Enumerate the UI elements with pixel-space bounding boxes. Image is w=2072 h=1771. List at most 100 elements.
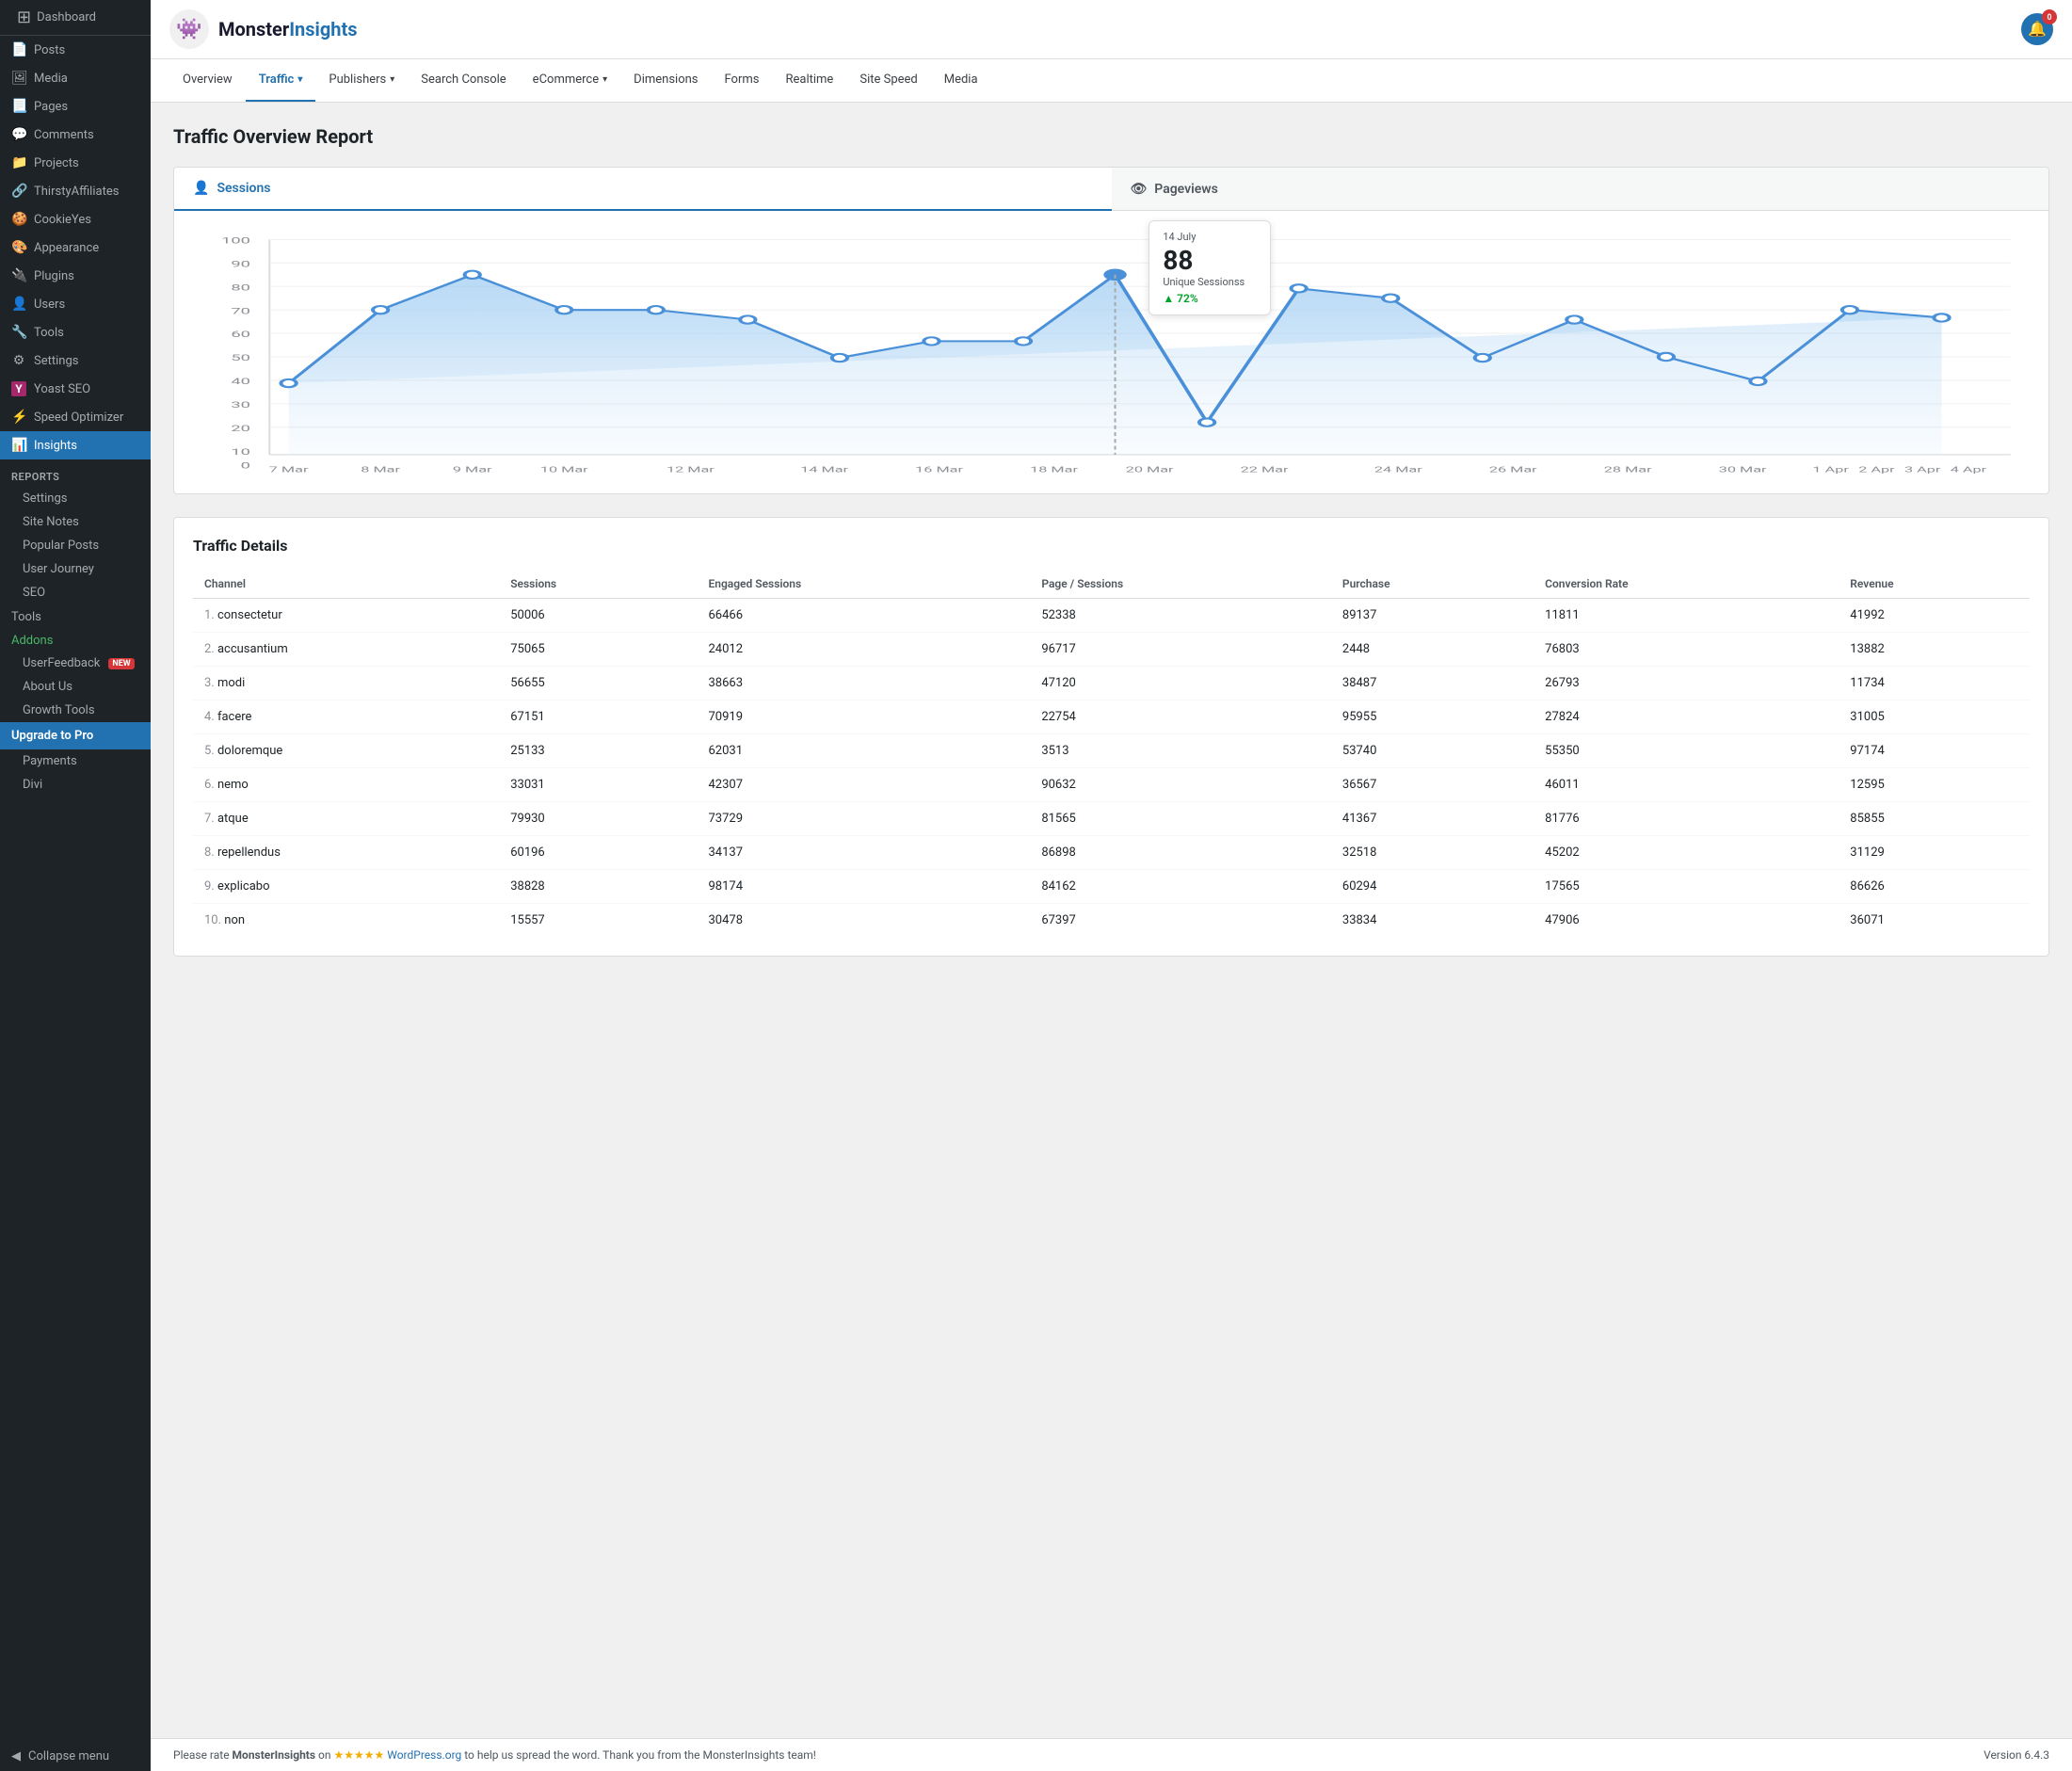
row-num: 2. — [204, 642, 215, 656]
sidebar-item-yoast[interactable]: Y Yoast SEO — [0, 375, 151, 403]
pageviews-tab[interactable]: 👁 Pageviews — [1112, 168, 2049, 211]
tab-publishers[interactable]: Publishers ▾ — [315, 59, 408, 102]
sidebar-item-addons[interactable]: Addons — [0, 630, 151, 652]
footer-link[interactable]: WordPress.org — [387, 1748, 461, 1762]
sidebar-item-media[interactable]: 🖼 Media — [0, 64, 151, 92]
sidebar-item-about-us[interactable]: About Us — [0, 675, 151, 699]
cell-channel: 7. atque — [193, 802, 499, 836]
tools-icon: 🔧 — [11, 325, 26, 340]
cell-engaged: 42307 — [697, 768, 1030, 802]
sidebar-item-projects[interactable]: 📁 Projects — [0, 149, 151, 177]
cell-engaged: 98174 — [697, 870, 1030, 904]
sidebar-item-thirsty[interactable]: 🔗 ThirstyAffiliates — [0, 177, 151, 205]
svg-text:60: 60 — [231, 330, 250, 340]
svg-text:24 Mar: 24 Mar — [1374, 465, 1423, 475]
sidebar-item-user-journey[interactable]: User Journey — [0, 557, 151, 581]
cell-conversion: 27824 — [1534, 700, 1839, 734]
tab-realtime[interactable]: Realtime — [772, 59, 846, 102]
tab-media[interactable]: Media — [931, 59, 991, 102]
sessions-tab[interactable]: 👤 Sessions — [174, 168, 1112, 211]
sidebar-item-insights[interactable]: 📊 Insights — [0, 431, 151, 459]
row-num: 5. — [204, 744, 215, 758]
svg-text:80: 80 — [231, 282, 250, 293]
footer-middle: on — [318, 1748, 333, 1762]
footer-version: Version 6.4.3 — [1984, 1748, 2049, 1762]
sidebar-item-posts[interactable]: 📄 Posts — [0, 36, 151, 64]
users-icon: 👤 — [11, 297, 26, 312]
row-num: 4. — [204, 710, 215, 724]
cell-conversion: 45202 — [1534, 836, 1839, 870]
cell-channel: 5. doloremque — [193, 734, 499, 768]
sidebar-item-divi[interactable]: Divi — [0, 773, 151, 797]
tab-forms[interactable]: Forms — [712, 59, 773, 102]
sidebar-item-payments[interactable]: Payments — [0, 749, 151, 773]
sidebar-item-appearance[interactable]: 🎨 Appearance — [0, 233, 151, 262]
cell-conversion: 11811 — [1534, 599, 1839, 633]
payments-label: Payments — [23, 754, 77, 768]
sidebar-collapse-button[interactable]: ◀ Collapse menu — [0, 1742, 151, 1771]
tab-dimensions[interactable]: Dimensions — [620, 59, 711, 102]
media-icon: 🖼 — [11, 71, 26, 86]
svg-text:3 Apr: 3 Apr — [1904, 465, 1941, 475]
tab-traffic[interactable]: Traffic ▾ — [246, 59, 316, 102]
sidebar-item-cookieyes[interactable]: 🍪 CookieYes — [0, 205, 151, 233]
cookieyes-icon: 🍪 — [11, 212, 26, 227]
tab-ecommerce-label: eCommerce — [533, 72, 599, 87]
table-row: 10. non 15557 30478 67397 33834 47906 36… — [193, 904, 2030, 938]
traffic-details-title: Traffic Details — [193, 537, 2030, 555]
sidebar-label-posts: Posts — [34, 43, 65, 57]
topbar: 👾 MonsterInsights 🔔 0 — [151, 0, 2072, 59]
cell-conversion: 55350 — [1534, 734, 1839, 768]
tab-overview[interactable]: Overview — [169, 59, 246, 102]
cell-conversion: 17565 — [1534, 870, 1839, 904]
footer-prefix: Please rate — [173, 1748, 233, 1762]
svg-text:70: 70 — [231, 306, 250, 316]
cell-sessions: 50006 — [499, 599, 697, 633]
sidebar-item-popular-posts[interactable]: Popular Posts — [0, 534, 151, 557]
about-us-label: About Us — [23, 680, 72, 694]
divi-label: Divi — [23, 778, 42, 792]
table-row: 6. nemo 33031 42307 90632 36567 46011 12… — [193, 768, 2030, 802]
cell-sessions: 33031 — [499, 768, 697, 802]
table-row: 8. repellendus 60196 34137 86898 32518 4… — [193, 836, 2030, 870]
cell-purchase: 95955 — [1331, 700, 1534, 734]
chart-tabs: 👤 Sessions 👁 Pageviews — [174, 168, 2048, 211]
table-row: 5. doloremque 25133 62031 3513 53740 553… — [193, 734, 2030, 768]
cell-sessions: 67151 — [499, 700, 697, 734]
cell-revenue: 31005 — [1839, 700, 2030, 734]
sidebar-item-settings[interactable]: ⚙ Settings — [0, 346, 151, 375]
footer: Please rate MonsterInsights on ★★★★★ Wor… — [151, 1738, 2072, 1771]
sidebar-item-tools[interactable]: 🔧 Tools — [0, 318, 151, 346]
sidebar-header[interactable]: ⊞ Dashboard — [0, 0, 151, 36]
sidebar-item-userfeedback[interactable]: UserFeedback NEW — [0, 652, 151, 675]
stars: ★★★★★ — [333, 1748, 384, 1762]
page-content: Traffic Overview Report 👤 Sessions 👁 Pag… — [151, 103, 2072, 1738]
sidebar-item-growth-tools[interactable]: Growth Tools — [0, 699, 151, 722]
sidebar-item-seo[interactable]: SEO — [0, 581, 151, 604]
yoast-icon: Y — [11, 381, 26, 396]
tab-search-console[interactable]: Search Console — [408, 59, 519, 102]
sidebar-item-speed[interactable]: ⚡ Speed Optimizer — [0, 403, 151, 431]
cell-revenue: 31129 — [1839, 836, 2030, 870]
cell-engaged: 73729 — [697, 802, 1030, 836]
sidebar-item-site-notes[interactable]: Site Notes — [0, 510, 151, 534]
sidebar-item-comments[interactable]: 💬 Comments — [0, 121, 151, 149]
sidebar-item-plugins[interactable]: 🔌 Plugins — [0, 262, 151, 290]
cell-channel: 8. repellendus — [193, 836, 499, 870]
sidebar-item-report-settings[interactable]: Settings — [0, 487, 151, 510]
sidebar-item-pages[interactable]: 📃 Pages — [0, 92, 151, 121]
sidebar-label-cookieyes: CookieYes — [34, 213, 91, 227]
tab-ecommerce[interactable]: eCommerce ▾ — [520, 59, 620, 102]
cell-revenue: 11734 — [1839, 667, 2030, 700]
tab-search-console-label: Search Console — [421, 72, 506, 87]
sidebar-label-projects: Projects — [34, 156, 79, 170]
tab-site-speed[interactable]: Site Speed — [846, 59, 930, 102]
tab-realtime-label: Realtime — [785, 72, 833, 87]
cell-sessions: 15557 — [499, 904, 697, 938]
reports-section-label: Reports — [0, 459, 151, 487]
notification-button[interactable]: 🔔 0 — [2021, 13, 2053, 45]
addons-label: Addons — [11, 634, 53, 648]
sidebar-item-users[interactable]: 👤 Users — [0, 290, 151, 318]
cell-page-sessions: 84162 — [1030, 870, 1331, 904]
sidebar-item-upgrade[interactable]: Upgrade to Pro — [0, 722, 151, 749]
